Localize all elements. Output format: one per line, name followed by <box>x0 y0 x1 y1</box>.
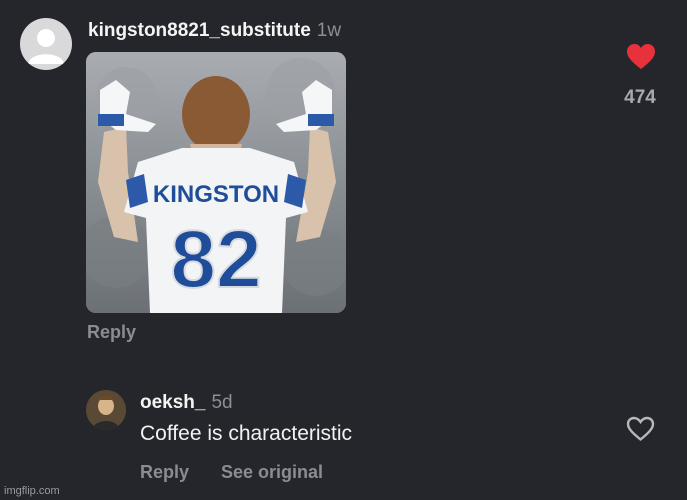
default-user-icon <box>28 29 64 64</box>
reply-text: Coffee is characteristic <box>140 422 353 445</box>
jersey-photo: KINGSTON 82 <box>86 52 346 313</box>
default-avatar[interactable] <box>20 18 72 70</box>
like-count: 474 <box>624 87 656 108</box>
comment-age: 1w <box>316 20 342 41</box>
comment-header: kingston8821_substitute 1w <box>88 20 341 42</box>
jersey-number-text: 82 <box>170 214 261 305</box>
reply-age: 5d <box>211 392 233 413</box>
like-heart-outline-icon[interactable] <box>626 416 655 442</box>
jersey-name-text: KINGSTON <box>153 181 279 208</box>
like-heart-filled-icon[interactable] <box>627 44 655 70</box>
comment-photo[interactable]: KINGSTON 82 <box>86 52 346 313</box>
see-original-button[interactable]: See original <box>221 462 323 483</box>
reply-username[interactable]: oeksh_ <box>140 392 205 413</box>
reply-header: oeksh_ 5d <box>140 392 233 414</box>
watermark: imgflip.com <box>4 485 60 497</box>
reply-avatar[interactable] <box>86 390 126 430</box>
reply-button[interactable]: Reply <box>87 322 136 343</box>
reply-to-reply-button[interactable]: Reply <box>140 462 189 483</box>
comment-username[interactable]: kingston8821_substitute <box>88 20 311 41</box>
